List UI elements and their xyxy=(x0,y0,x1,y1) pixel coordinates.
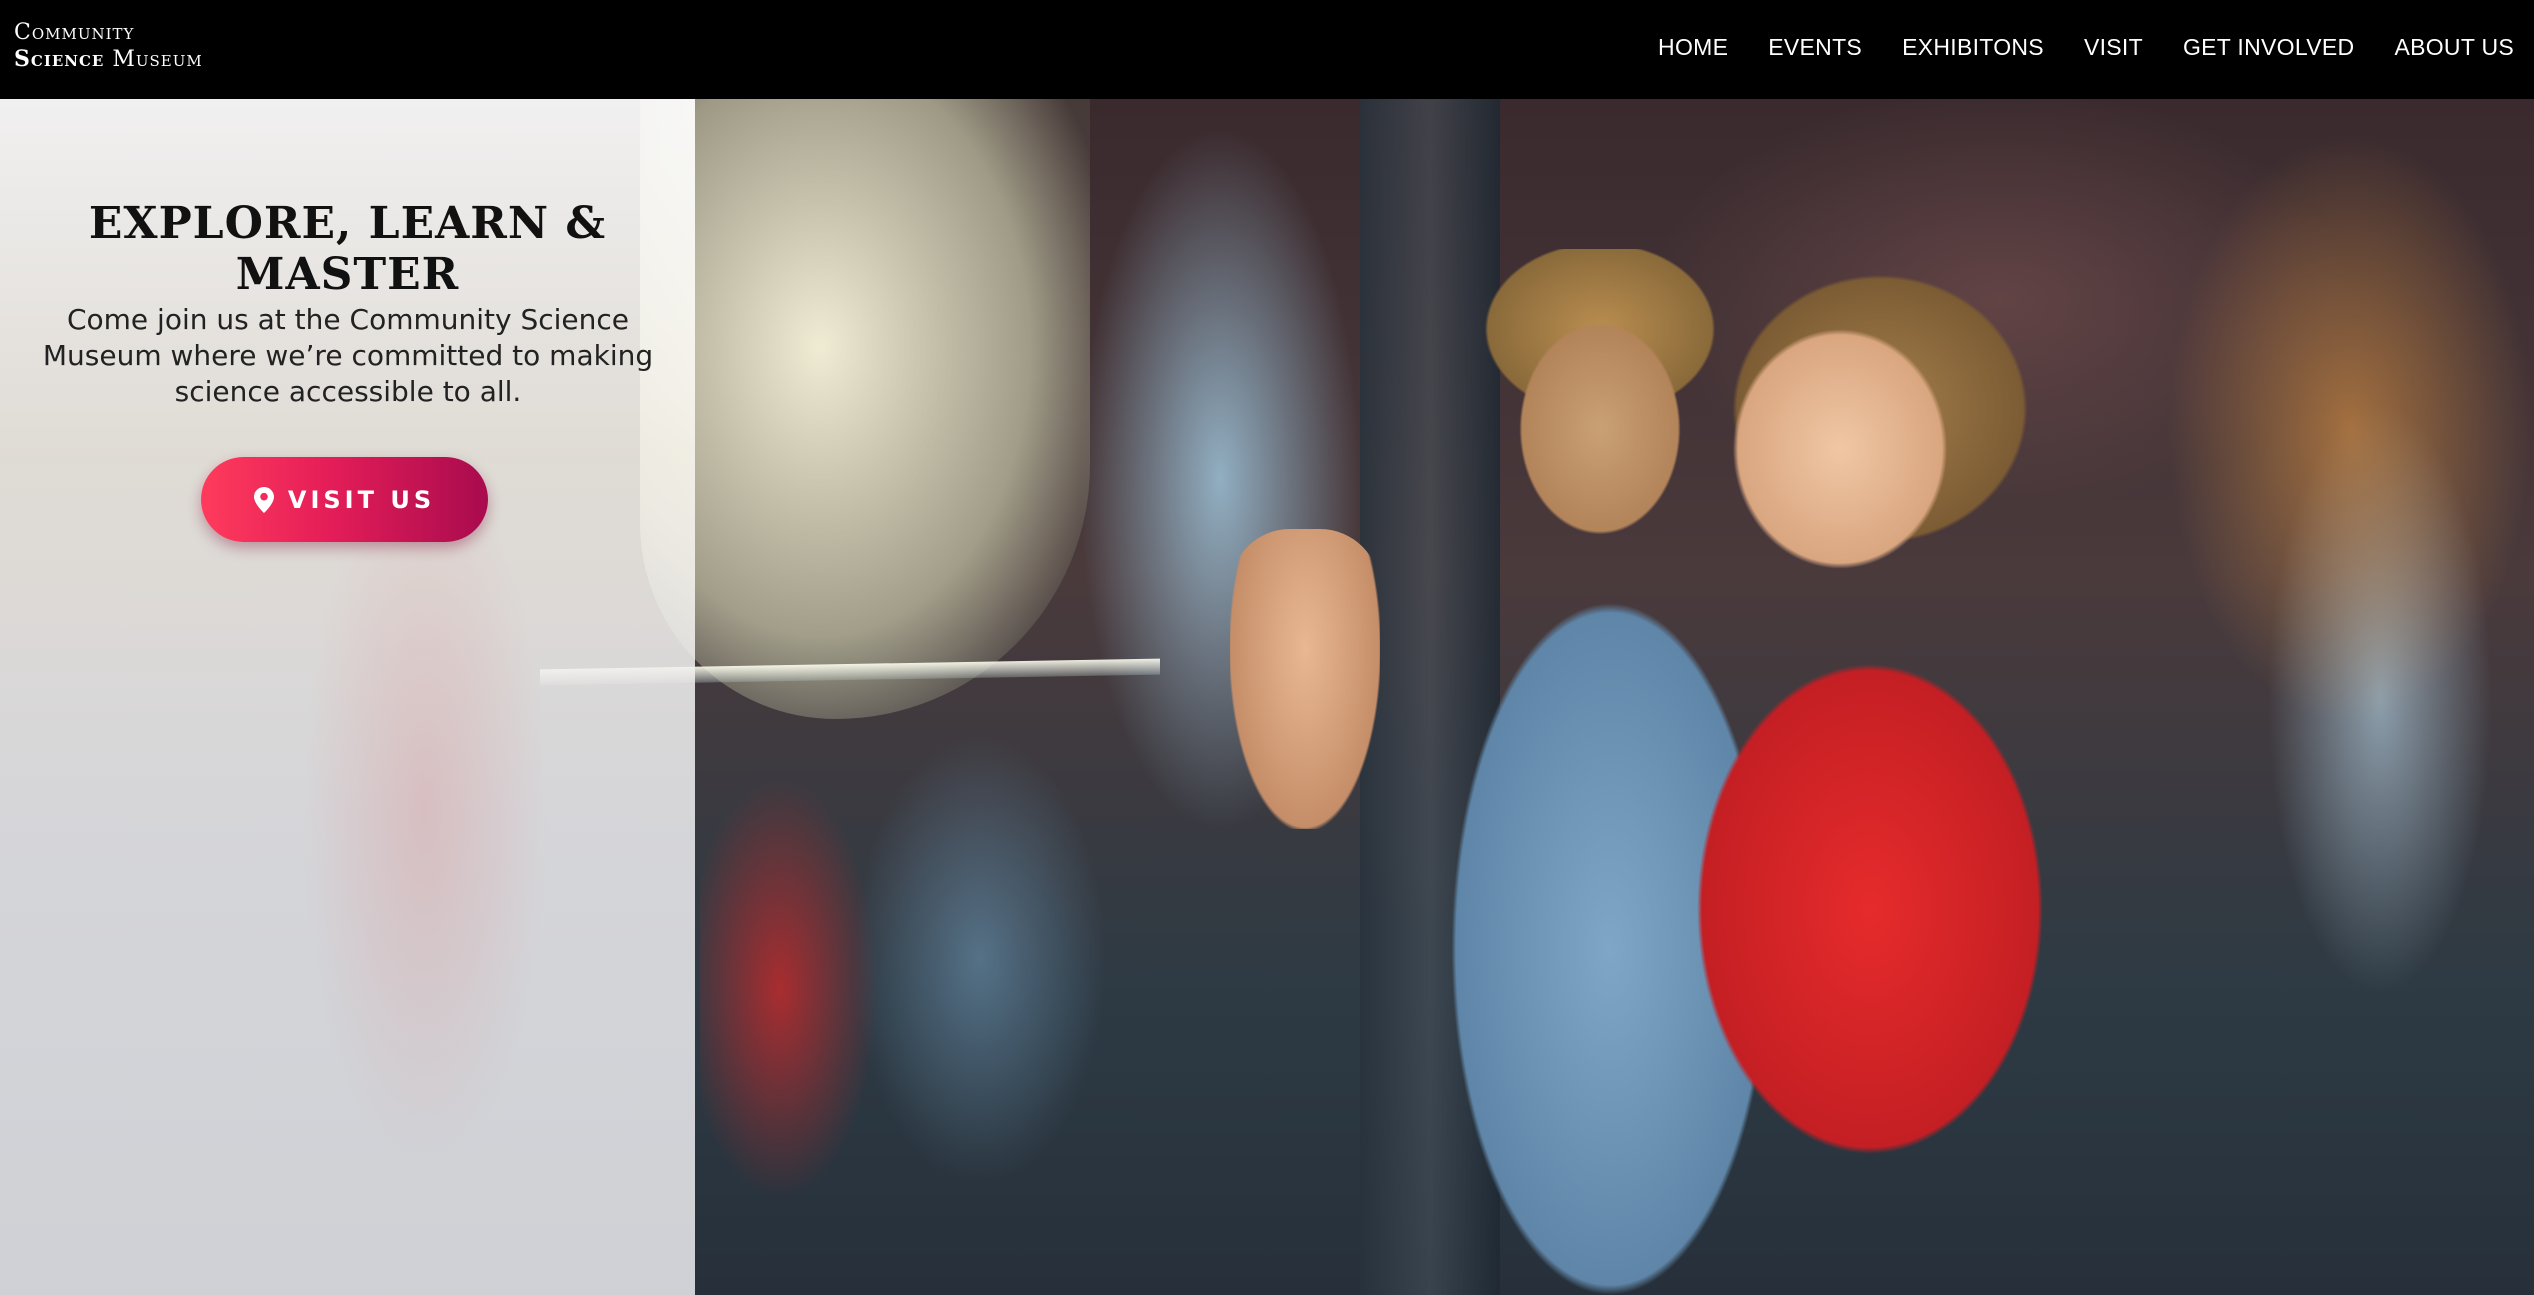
logo-rest: Museum xyxy=(104,47,203,72)
hero-subtext: Come join us at the Community Science Mu… xyxy=(42,303,654,408)
hero-headline: EXPLORE, LEARN & MASTER xyxy=(88,198,607,300)
hero-overlay-reflection xyxy=(300,520,550,1170)
map-pin-icon xyxy=(253,486,274,513)
nav-about-us[interactable]: ABOUT US xyxy=(2394,34,2514,61)
hero-photo-pointing-hand xyxy=(1230,529,1380,829)
hero-photo-exhibit xyxy=(640,99,1090,719)
visit-us-label: VISIT US xyxy=(287,485,436,514)
main-nav: HOME EVENTS EXHIBITONS VISIT GET INVOLVE… xyxy=(1618,0,2514,95)
site-header: Community Science Museum HOME EVENTS EXH… xyxy=(0,0,2534,99)
nav-exhibitions[interactable]: EXHIBITONS xyxy=(1902,34,2044,61)
logo-line-2: Science Museum xyxy=(14,48,203,71)
visit-us-button[interactable]: VISIT US xyxy=(201,457,488,542)
nav-get-involved[interactable]: GET INVOLVED xyxy=(2183,34,2354,61)
site-logo[interactable]: Community Science Museum xyxy=(14,22,203,71)
hero-photo-girl xyxy=(1590,259,2150,1295)
logo-bold-word: Science xyxy=(14,46,105,72)
nav-visit[interactable]: VISIT xyxy=(2084,34,2143,61)
logo-line-1: Community xyxy=(14,20,135,45)
hero-photo-reflection xyxy=(700,659,1200,1295)
nav-home[interactable]: HOME xyxy=(1658,34,1728,61)
nav-events[interactable]: EVENTS xyxy=(1768,34,1862,61)
